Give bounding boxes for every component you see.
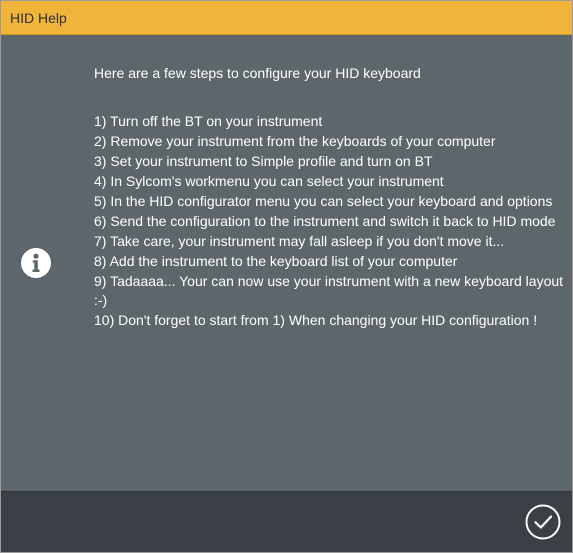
dialog-footer [1, 491, 572, 552]
confirm-button[interactable] [524, 503, 562, 541]
step-7: 7) Take care, your instrument may fall a… [94, 233, 505, 249]
step-5: 5) In the HID configurator menu you can … [94, 193, 553, 209]
intro-text: Here are a few steps to configure your H… [94, 65, 421, 81]
dialog-title: HID Help [10, 10, 67, 26]
checkmark-icon [534, 515, 553, 529]
step-9: 9) Tadaaaa... Your can now use your inst… [94, 273, 564, 308]
checkmark-circle-icon [525, 504, 561, 540]
dialog-title-bar: HID Help [1, 1, 572, 35]
step-1: 1) Turn off the BT on your instrument [94, 113, 323, 129]
step-4: 4) In Sylcom's workmenu you can select y… [94, 173, 444, 189]
step-10: 10) Don't forget to start from 1) When c… [94, 312, 538, 328]
step-3: 3) Set your instrument to Simple profile… [94, 153, 433, 169]
help-message: Here are a few steps to configure your H… [94, 64, 564, 331]
step-2: 2) Remove your instrument from the keybo… [94, 133, 496, 149]
hid-help-dialog: HID Help Here are a few steps to configu… [0, 0, 573, 553]
step-8: 8) Add the instrument to the keyboard li… [94, 253, 458, 269]
info-icon [21, 248, 51, 278]
dialog-body: Here are a few steps to configure your H… [1, 35, 572, 491]
step-6: 6) Send the configuration to the instrum… [94, 213, 556, 229]
